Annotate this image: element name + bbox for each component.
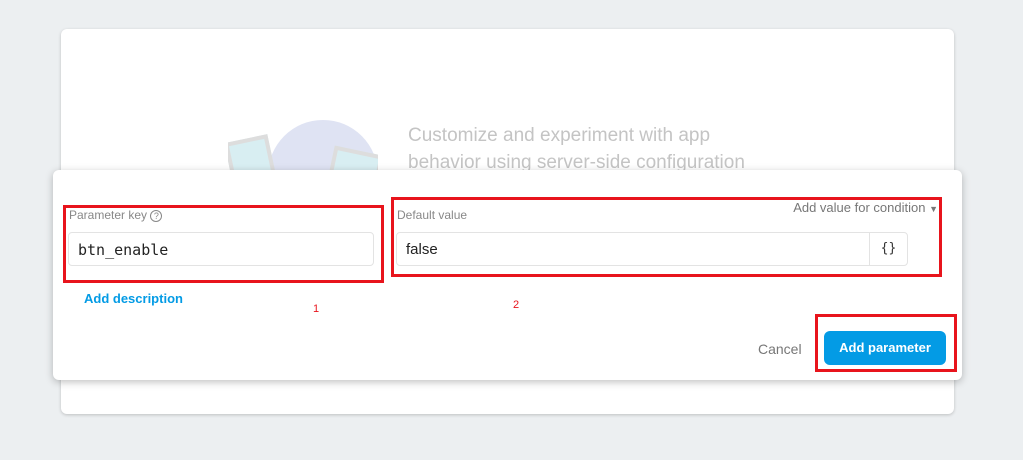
highlight-box	[391, 197, 942, 277]
cancel-button[interactable]: Cancel	[758, 341, 802, 357]
tagline: Customize and experiment with app behavi…	[408, 122, 745, 176]
devices-illustration	[228, 120, 378, 170]
annotation-number: 1	[313, 303, 320, 315]
highlight-box	[63, 205, 384, 283]
tagline-line: Customize and experiment with app	[408, 125, 711, 146]
add-description-link[interactable]: Add description	[84, 291, 183, 306]
highlight-box	[815, 314, 957, 372]
annotation-number: 2	[513, 299, 520, 311]
